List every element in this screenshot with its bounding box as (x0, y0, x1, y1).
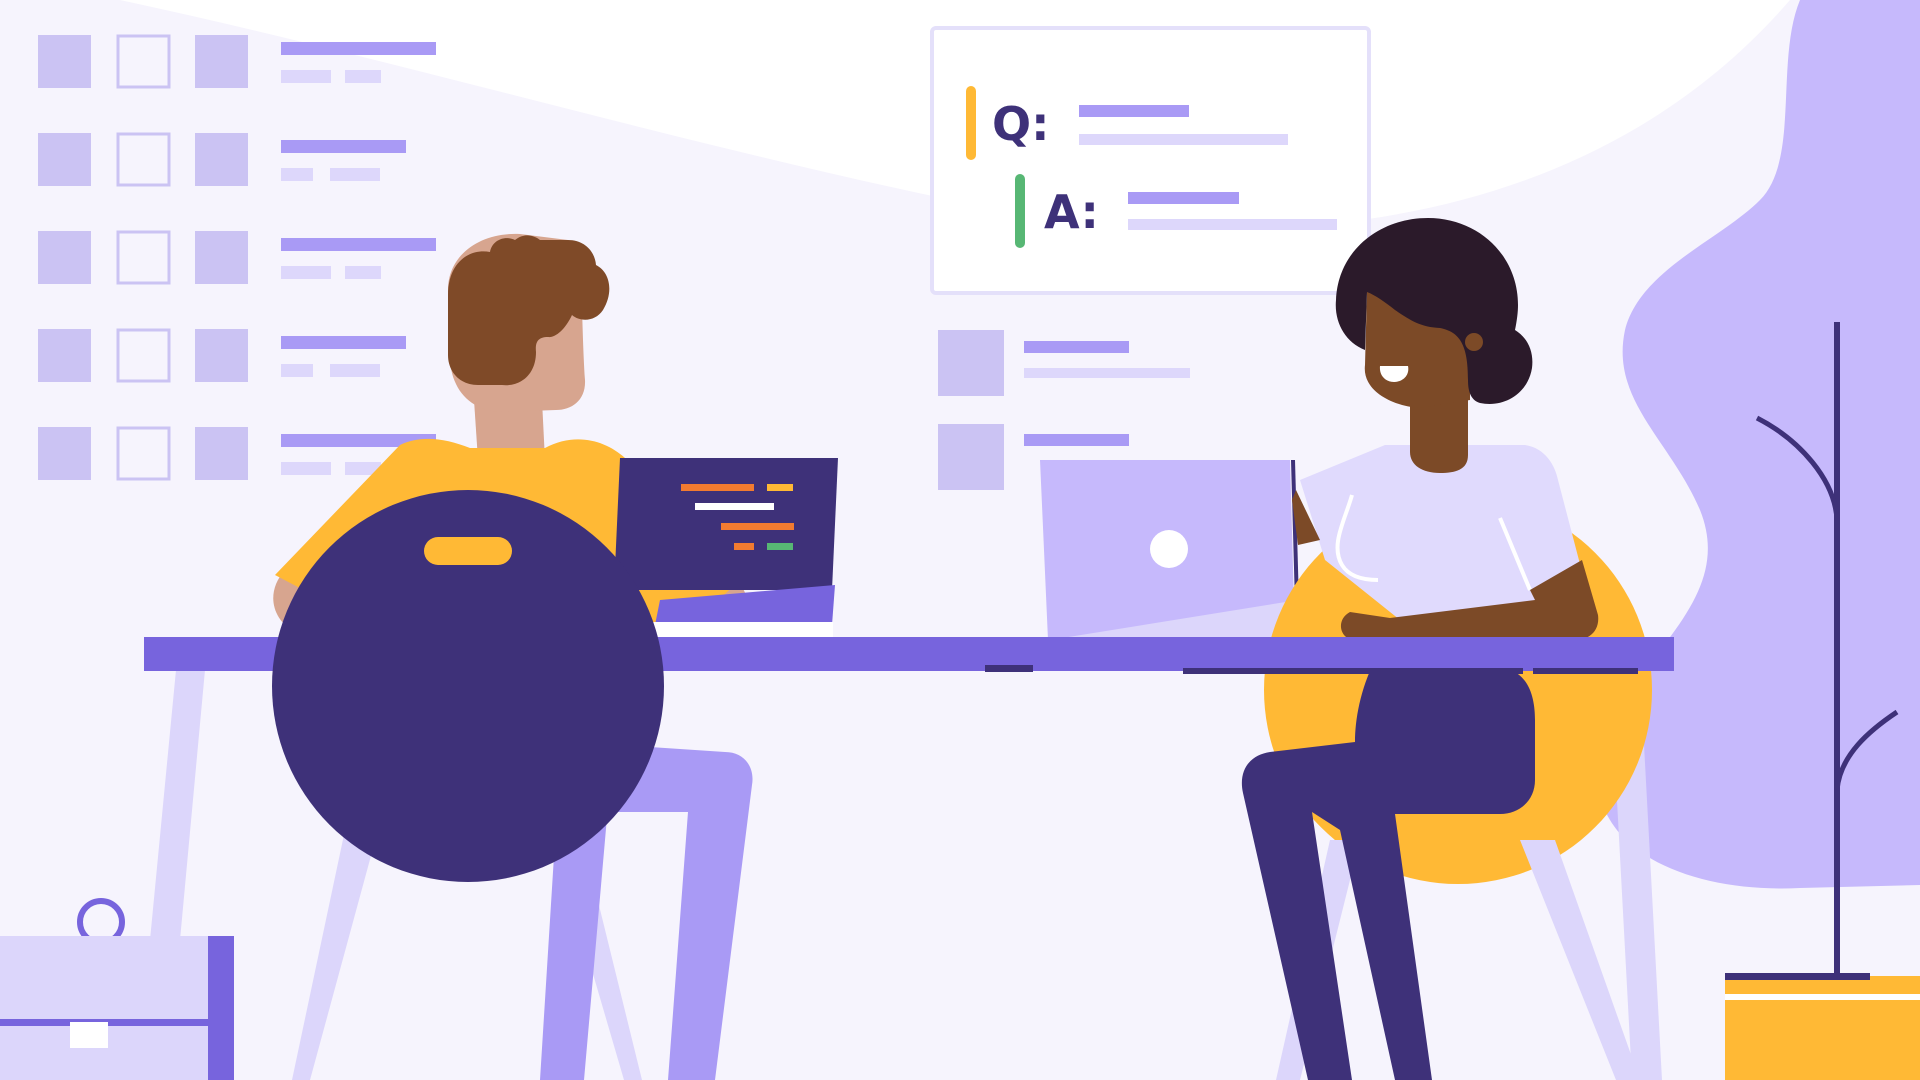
question-answer-board: Q: A: (930, 26, 1371, 295)
yellow-crate (1725, 973, 1920, 1080)
answer-marker (1015, 174, 1025, 248)
question-marker (966, 86, 976, 160)
checklist-illustration (38, 34, 436, 481)
briefcase-icon (0, 898, 234, 1080)
answer-label: A: (1044, 185, 1099, 239)
interview-scene: Q: A: (0, 0, 1920, 1080)
man-chair (272, 490, 664, 882)
laptop-icon-2 (1040, 459, 1300, 641)
question-label: Q: (992, 97, 1050, 151)
